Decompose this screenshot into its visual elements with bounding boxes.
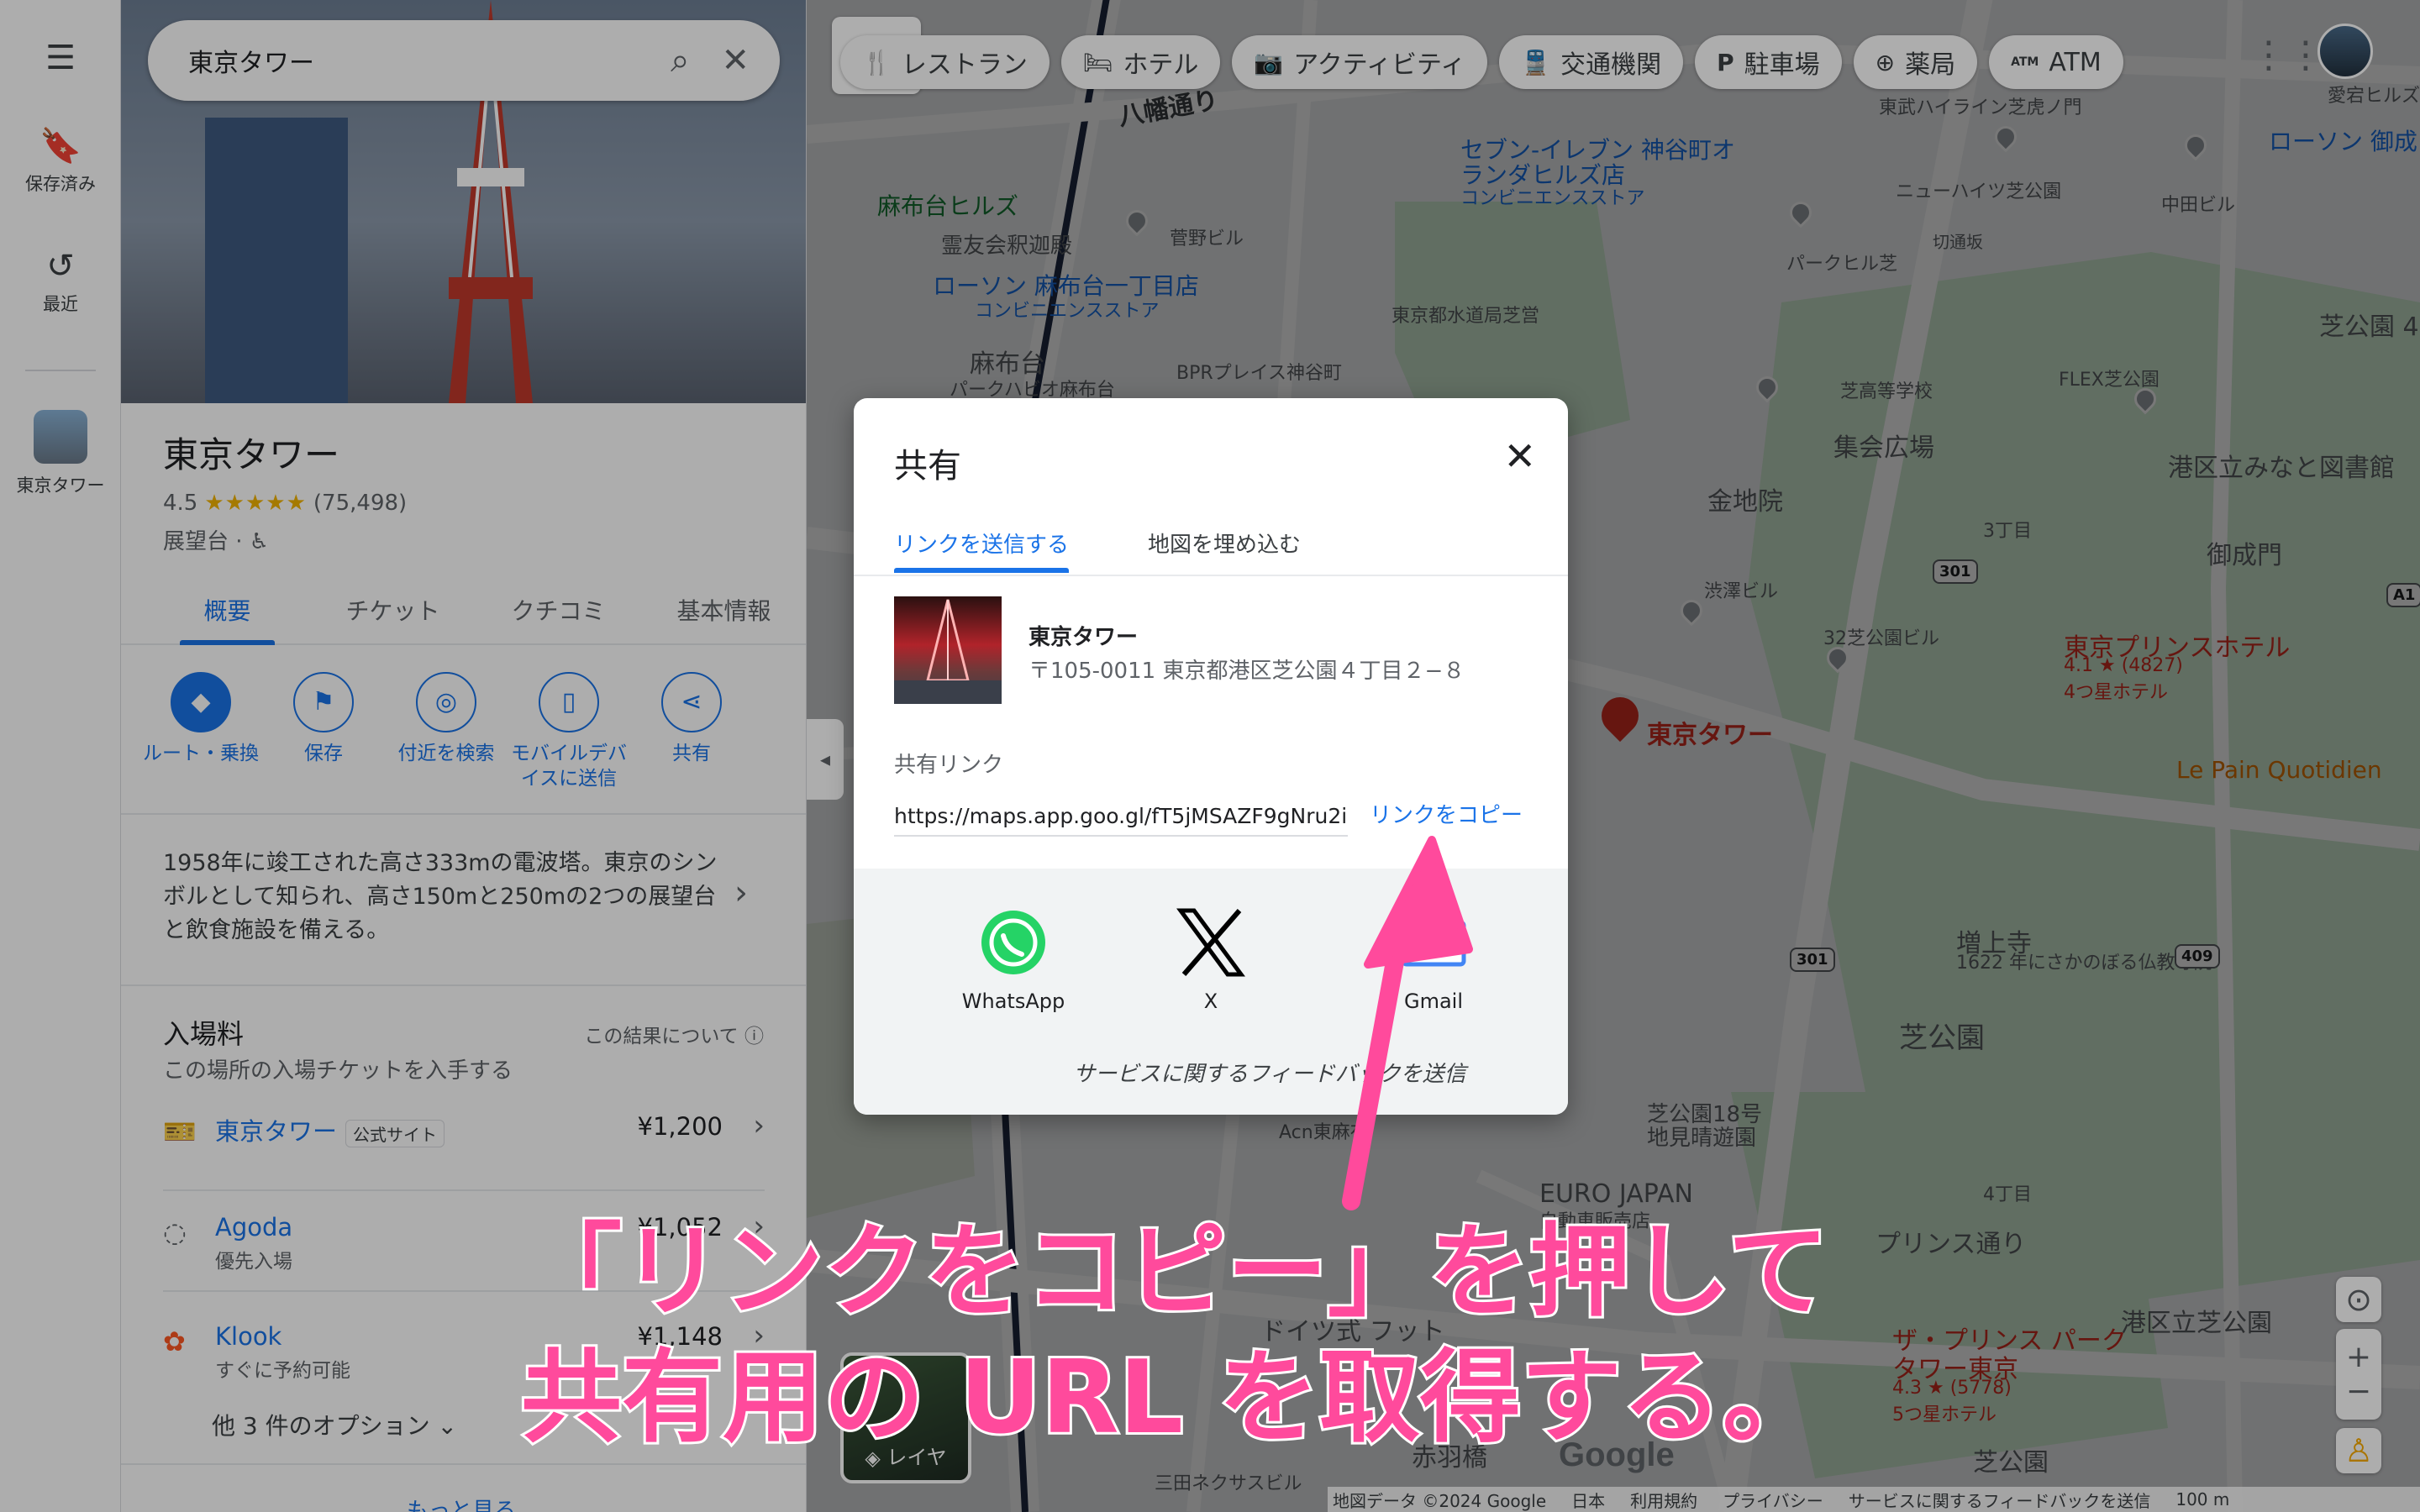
share-link-label: 共有リンク bbox=[894, 753, 1004, 778]
dialog-place-name: 東京タワー bbox=[1028, 625, 1139, 650]
tab-send-link[interactable]: リンクを送信する bbox=[894, 528, 1070, 573]
share-x[interactable]: X bbox=[1127, 907, 1295, 1013]
share-link-input[interactable] bbox=[894, 796, 1348, 837]
caption-line-2: 共有用の URL を取得する。 bbox=[518, 1337, 1826, 1459]
share-whatsapp[interactable]: WhatsApp bbox=[929, 907, 1097, 1013]
whatsapp-icon bbox=[978, 907, 1049, 978]
tower-thumbnail-illustration bbox=[894, 599, 1002, 704]
share-option-label: X bbox=[1203, 990, 1218, 1013]
dialog-title: 共有 bbox=[894, 447, 961, 486]
x-logo-icon bbox=[1176, 907, 1246, 978]
caption-line-1: 「リンクをコピー」を押して bbox=[518, 1211, 1831, 1333]
place-thumbnail bbox=[894, 596, 1002, 704]
share-options-area: WhatsApp X Gmail サービスに関するフィードバックを送信 bbox=[854, 869, 1568, 1115]
tab-embed-map[interactable]: 地図を埋め込む bbox=[1148, 528, 1301, 559]
share-option-label: Gmail bbox=[1403, 990, 1464, 1013]
copy-link-button[interactable]: リンクをコピー bbox=[1370, 798, 1523, 829]
share-gmail[interactable]: Gmail bbox=[1349, 907, 1518, 1013]
gmail-icon bbox=[1398, 907, 1469, 978]
annotation-caption: 「リンクをコピー」を押して 共有用の URL を取得する。 bbox=[518, 1210, 2202, 1462]
close-icon[interactable]: ✕ bbox=[1503, 437, 1536, 475]
share-dialog: 共有 ✕ リンクを送信する 地図を埋め込む 東京タワー 〒105-0011 東京… bbox=[854, 398, 1568, 1115]
send-feedback-link[interactable]: サービスに関するフィードバックを送信 bbox=[854, 1057, 1568, 1088]
dialog-place-address: 〒105-0011 東京都港区芝公園４丁目２−８ bbox=[1028, 659, 1465, 684]
dialog-tabs: リンクを送信する 地図を埋め込む bbox=[854, 502, 1568, 576]
share-option-label: WhatsApp bbox=[961, 990, 1065, 1013]
